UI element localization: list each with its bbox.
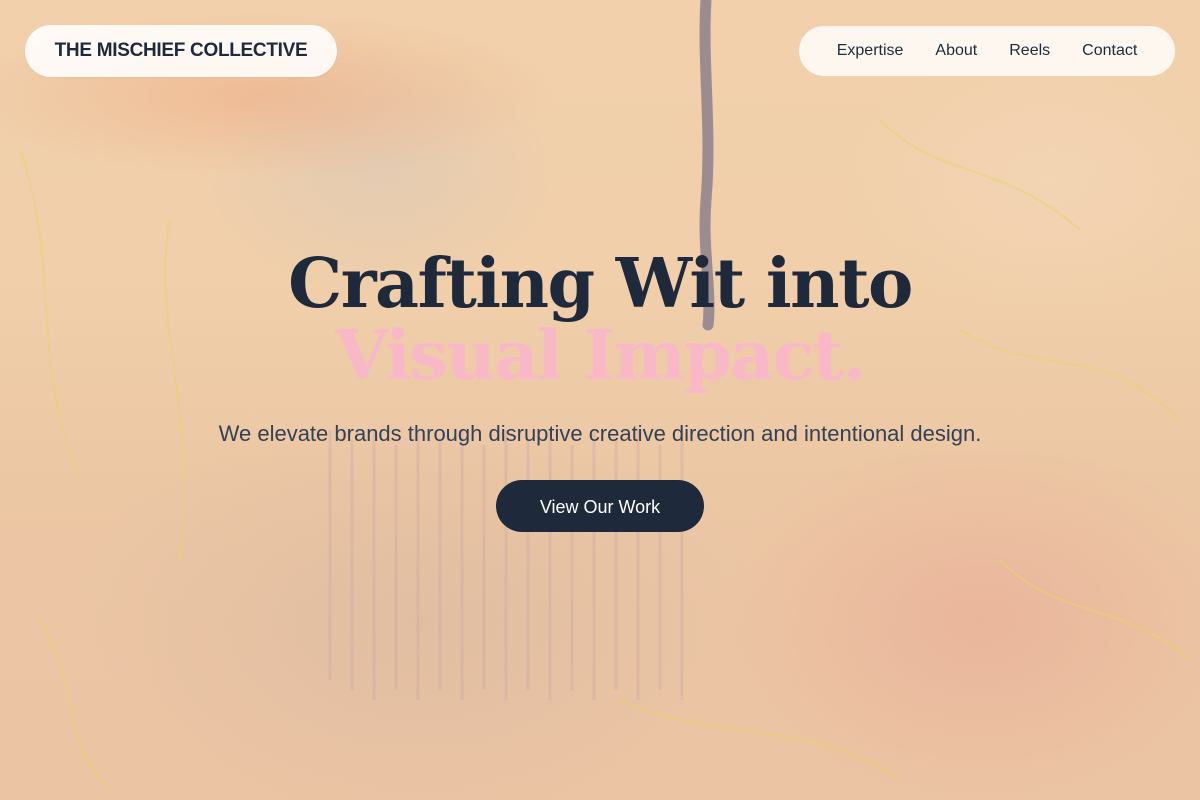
hero-headline: Crafting Wit into — [288, 244, 913, 324]
nav-link-contact[interactable]: Contact — [1066, 42, 1153, 60]
brand-name: THE MISCHIEF COLLECTIVE — [54, 40, 308, 61]
hero-headline-accent: Visual Impact. — [335, 316, 866, 396]
site-header: THE MISCHIEF COLLECTIVE Expertise About … — [25, 25, 1175, 77]
hero-subtitle: We elevate brands through disruptive cre… — [218, 421, 982, 446]
nav-link-reels[interactable]: Reels — [993, 42, 1066, 60]
hero-section: Crafting Wit into Visual Impact. We elev… — [0, 248, 1200, 532]
brand-logo[interactable]: THE MISCHIEF COLLECTIVE — [25, 25, 337, 77]
view-work-button[interactable]: View Our Work — [496, 480, 704, 532]
nav-link-about[interactable]: About — [919, 42, 993, 60]
main-nav: Expertise About Reels Contact — [799, 26, 1175, 76]
nav-link-expertise[interactable]: Expertise — [821, 42, 920, 60]
